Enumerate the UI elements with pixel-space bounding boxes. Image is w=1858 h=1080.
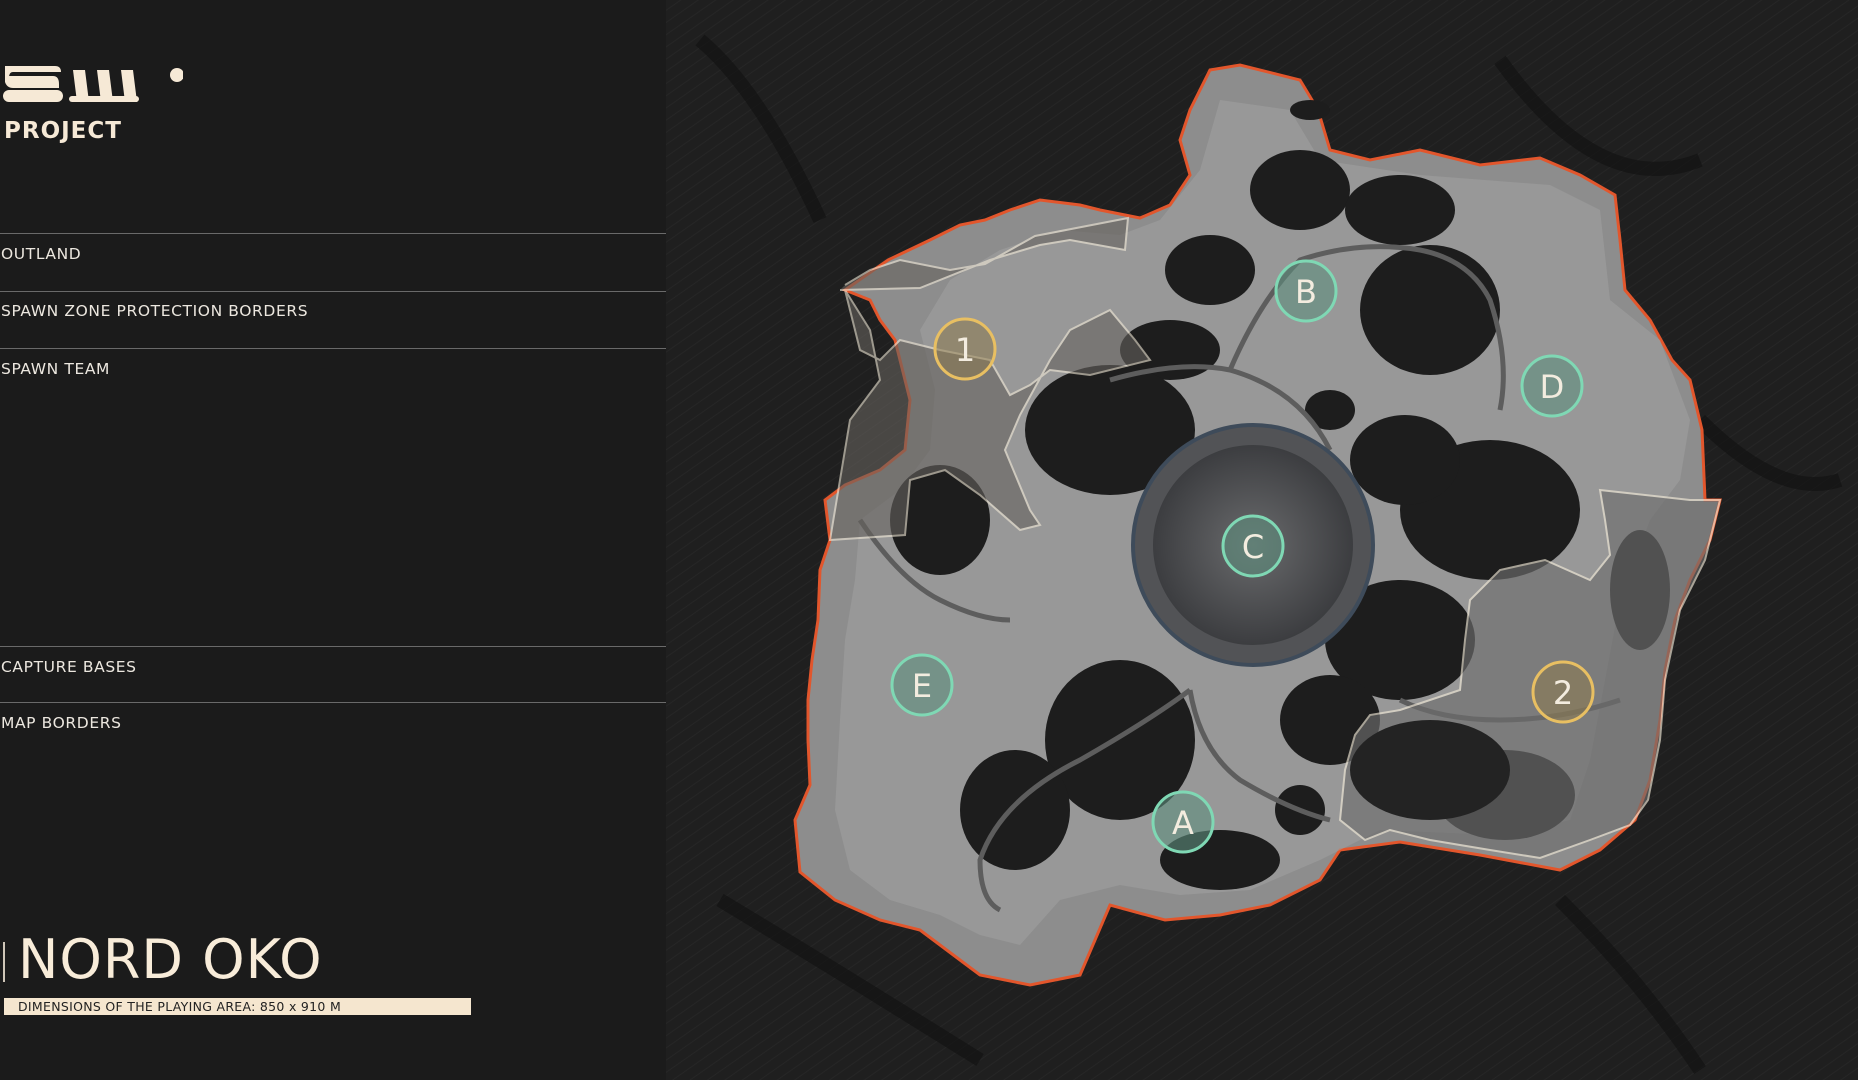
capture-base-b[interactable]: B — [1274, 259, 1338, 323]
capture-base-c-label: C — [1242, 528, 1264, 566]
legend-outland: OUTLAND — [1, 245, 82, 263]
capture-base-a[interactable]: A — [1151, 790, 1215, 854]
capture-base-c[interactable]: C — [1221, 514, 1285, 578]
logo-text: PROJECT — [4, 118, 122, 144]
legend-map-borders: MAP BORDERS — [1, 714, 122, 732]
capture-base-e[interactable]: E — [890, 653, 954, 717]
spawn-team-2-label: 2 — [1553, 674, 1573, 712]
map-dimensions: DIMENSIONS OF THE PLAYING AREA: 850 x 91… — [4, 998, 471, 1015]
legend-panel: PROJECT OUTLAND SPAWN ZONE PROTECTION BO… — [0, 0, 915, 1080]
capture-base-d[interactable]: D — [1520, 354, 1584, 418]
spawn-2-forest — [1350, 720, 1510, 820]
spawn-team-1-label: 1 — [955, 331, 975, 369]
project-logo — [3, 66, 183, 102]
map-view[interactable]: A B C D E 1 2 — [666, 0, 1858, 1080]
capture-base-e-label: E — [912, 667, 932, 705]
capture-base-a-label: A — [1172, 804, 1194, 842]
spawn-team-1[interactable]: 1 — [933, 317, 997, 381]
legend-capture-bases: CAPTURE BASES — [1, 658, 137, 676]
legend-spawn-team: SPAWN TEAM — [1, 360, 111, 378]
legend-line-outland — [0, 233, 762, 234]
spawn-team-2[interactable]: 2 — [1531, 660, 1595, 724]
capture-base-d-label: D — [1540, 368, 1565, 406]
map-title: NORD OKO — [18, 928, 323, 991]
capture-base-b-label: B — [1295, 273, 1317, 311]
legend-spawn-protection: SPAWN ZONE PROTECTION BORDERS — [1, 302, 309, 320]
title-accent-bar — [3, 942, 5, 982]
